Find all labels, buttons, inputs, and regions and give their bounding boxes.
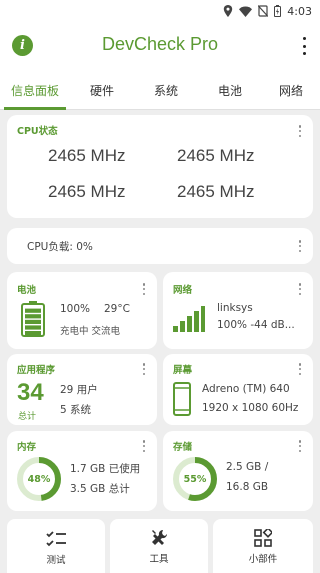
tools-button[interactable]: 工具 <box>110 519 208 573</box>
sim-off-icon <box>258 5 269 17</box>
screen-card[interactable]: 屏幕 Adreno (TM) 640 1920 x 1080 60Hz <box>163 354 313 425</box>
cpu-core-freq: 2465 MHz <box>177 146 255 165</box>
battery-bar <box>25 331 41 336</box>
cpu-load-text: CPU负载: 0% <box>27 241 93 253</box>
widgets-label: 小部件 <box>248 554 278 565</box>
apps-total-label: 总计 <box>18 412 37 422</box>
memory-total: 3.5 GB 总计 <box>70 483 130 495</box>
screen-title: 屏幕 <box>173 365 193 376</box>
tab-hardware[interactable]: 硬件 <box>70 70 134 110</box>
storage-title: 存储 <box>173 442 193 453</box>
storage-percent: 55% <box>183 473 207 485</box>
apps-user: 29 用户 <box>60 384 98 396</box>
battery-percent: 100% <box>60 303 91 315</box>
card-menu-icon[interactable] <box>142 440 146 452</box>
card-menu-icon[interactable] <box>142 283 146 295</box>
battery-card[interactable]: 电池 100% 29°C 充电中 交流电 <box>7 272 157 349</box>
cpu-core-freq: 2465 MHz <box>177 182 255 201</box>
apps-title: 应用程序 <box>17 365 56 376</box>
battery-temp: 29°C <box>104 303 130 315</box>
storage-used: 2.5 GB / <box>226 461 269 473</box>
tools-label: 工具 <box>149 554 169 565</box>
cpu-core-freq: 2465 MHz <box>48 182 126 201</box>
apps-system: 5 系统 <box>60 404 92 416</box>
screen-gpu: Adreno (TM) 640 <box>202 383 290 395</box>
battery-level-icon <box>21 301 45 337</box>
checklist-icon <box>46 530 66 548</box>
screen-resolution: 1920 x 1080 60Hz <box>202 402 299 414</box>
cpu-load-card[interactable]: CPU负载: 0% <box>7 228 313 264</box>
card-menu-icon[interactable] <box>142 363 146 375</box>
tab-system[interactable]: 系统 <box>134 70 198 110</box>
memory-usage-ring: 48% <box>16 456 62 502</box>
network-card[interactable]: 网络 linksys 100% -44 dB... <box>163 272 313 349</box>
overflow-menu-icon[interactable] <box>301 37 307 55</box>
cpu-core-freq: 2465 MHz <box>48 146 126 165</box>
tests-label: 测试 <box>46 555 66 566</box>
network-ssid: linksys <box>217 302 253 314</box>
wifi-icon <box>239 6 253 17</box>
battery-bar <box>25 308 41 313</box>
tests-button[interactable]: 测试 <box>7 519 105 573</box>
app-title: DevCheck Pro <box>101 34 219 54</box>
memory-card[interactable]: 内存 48% 1.7 GB 已使用 3.5 GB 总计 <box>7 431 157 511</box>
apps-total: 34 <box>17 379 44 406</box>
card-menu-icon[interactable] <box>298 440 302 452</box>
widgets-icon <box>254 529 272 547</box>
tab-battery[interactable]: 电池 <box>198 70 262 110</box>
card-menu-icon[interactable] <box>298 283 302 295</box>
cpu-status-card[interactable]: CPU状态 2465 MHz 2465 MHz 2465 MHz 2465 MH… <box>7 115 313 218</box>
network-title: 网络 <box>173 285 193 296</box>
storage-usage-ring: 55% <box>172 456 218 502</box>
cpu-status-title: CPU状态 <box>17 126 58 137</box>
battery-status: 充电中 交流电 <box>60 326 121 337</box>
apps-card[interactable]: 应用程序 34 总计 29 用户 5 系统 <box>7 354 157 425</box>
tab-dashboard[interactable]: 信息面板 <box>0 70 70 110</box>
app-bar: i DevCheck Pro <box>0 22 320 70</box>
memory-used: 1.7 GB 已使用 <box>70 463 141 475</box>
tab-network[interactable]: 网络 <box>262 70 320 110</box>
location-icon <box>223 5 233 17</box>
storage-total: 16.8 GB <box>226 481 269 493</box>
widgets-button[interactable]: 小部件 <box>213 519 313 573</box>
battery-status-icon <box>274 5 282 17</box>
phone-icon <box>173 382 191 416</box>
status-time: 4:03 <box>287 4 312 18</box>
network-signal: 100% -44 dB... <box>217 319 295 331</box>
battery-bar <box>25 319 41 324</box>
tab-bar: 信息面板 硬件 系统 电池 网络 <box>0 70 320 110</box>
battery-bar <box>25 325 41 330</box>
memory-percent: 48% <box>27 473 51 485</box>
card-menu-icon[interactable] <box>298 125 302 137</box>
tools-icon <box>150 529 168 547</box>
storage-card[interactable]: 存储 55% 2.5 GB / 16.8 GB <box>163 431 313 511</box>
status-bar: 4:03 <box>0 0 320 22</box>
battery-title: 电池 <box>17 285 37 296</box>
battery-bar <box>25 314 41 319</box>
card-menu-icon[interactable] <box>298 240 302 252</box>
memory-title: 内存 <box>17 442 37 453</box>
card-menu-icon[interactable] <box>298 363 302 375</box>
signal-strength-icon <box>173 306 205 332</box>
